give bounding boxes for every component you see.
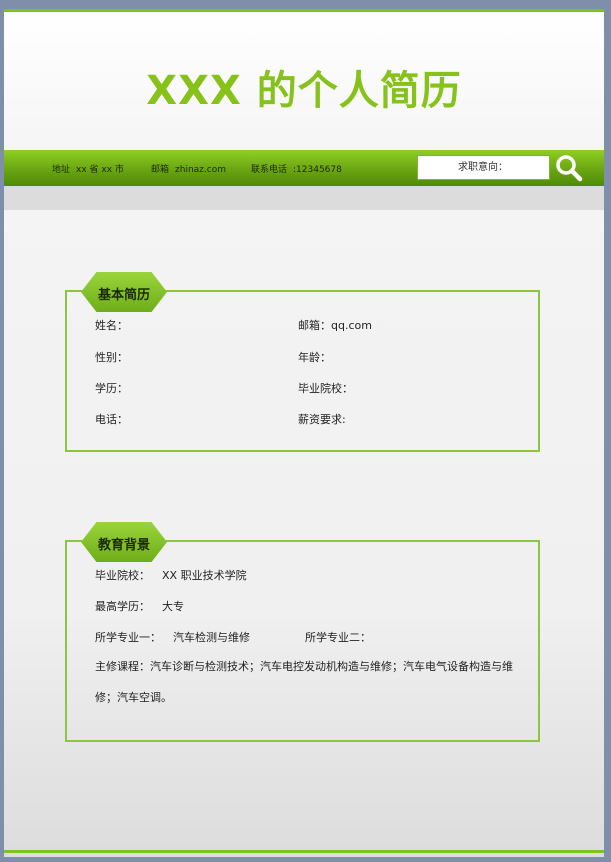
nav-email: 邮箱 zhinaz.com <box>151 162 226 175</box>
education-badge: 教育背景 <box>81 522 167 562</box>
basic-info-section: 基本简历 姓名： 邮箱：qq.com 性别： 年龄： 学历： 毕业院校： 电话：… <box>65 272 540 452</box>
nav-phone-value: :12345678 <box>293 165 342 175</box>
education-field: 学历： <box>95 382 128 395</box>
resume-page: XXX 的个人简历 地址 xx 省 xx 市 邮箱 zhinaz.com 联系电话:… <box>4 9 604 857</box>
school-field: 毕业院校： <box>298 382 353 395</box>
edu-school-label: 毕业院校： <box>95 569 150 582</box>
edu-school-value: XX 职业技术学院 <box>162 569 247 582</box>
edu-school-field: 毕业院校： XX 职业技术学院 <box>95 567 247 583</box>
search-button[interactable] <box>552 152 586 184</box>
basic-info-badge: 基本简历 <box>81 272 167 312</box>
edu-major1-label: 所学专业一： <box>95 631 161 644</box>
edu-courses: 主修课程：汽车诊断与检测技术；汽车电控发动机构造与维修；汽车电气设备构造与维修；… <box>95 660 513 704</box>
edu-degree-label: 最高学历： <box>95 600 150 613</box>
edu-degree-field: 最高学历： 大专 <box>95 598 184 614</box>
education-section: 教育背景 毕业院校： XX 职业技术学院 最高学历： 大专 所学专业一： 汽车检测与维… <box>65 522 540 742</box>
nav-address-value: xx 省 xx 市 <box>76 165 124 175</box>
phone-field: 电话： <box>95 413 128 426</box>
edu-major1-field: 所学专业一： 汽车检测与维修 <box>95 629 250 645</box>
age-field: 年龄： <box>298 351 331 364</box>
page-bottom-rule <box>4 850 604 853</box>
nav-address-label: 地址 <box>52 165 71 175</box>
job-intent-label: 求职意向： <box>458 162 508 173</box>
job-intent-input[interactable]: 求职意向： <box>417 155 550 180</box>
nav-address: 地址 xx 省 xx 市 <box>52 162 124 175</box>
contact-bar: 地址 xx 省 xx 市 邮箱 zhinaz.com 联系电话 :12345678 求… <box>4 150 604 186</box>
name-field: 姓名： <box>95 319 128 332</box>
edu-major2-field: 所学专业二： <box>305 631 371 644</box>
gender-field: 性别： <box>95 351 128 364</box>
salary-field: 薪资要求: <box>298 413 346 426</box>
nav-email-label: 邮箱 <box>151 165 170 175</box>
nav-phone: 联系电话 :12345678 <box>251 162 342 175</box>
nav-phone-label: 联系电话 <box>251 165 288 175</box>
edu-major1-value: 汽车检测与维修 <box>173 631 250 644</box>
basic-info-heading: 基本简历 <box>97 288 150 303</box>
page-title: XXX 的个人简历 <box>146 68 462 114</box>
search-icon <box>556 155 583 182</box>
email-field: 邮箱：qq.com <box>298 319 372 332</box>
edu-degree-value: 大专 <box>162 600 184 613</box>
education-heading: 教育背景 <box>97 538 150 553</box>
header-band <box>4 186 604 210</box>
nav-email-value: zhinaz.com <box>175 165 226 175</box>
